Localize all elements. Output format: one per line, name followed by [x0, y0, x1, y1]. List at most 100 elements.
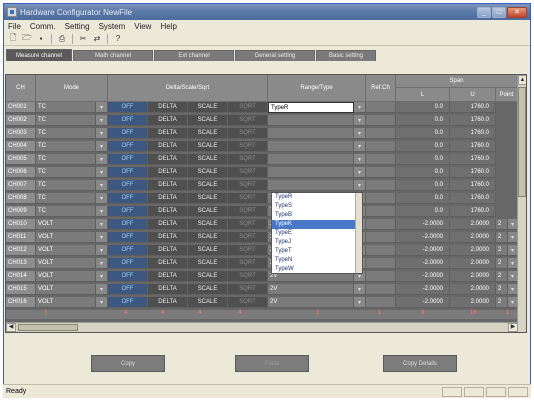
- minimize-button[interactable]: _: [477, 6, 491, 18]
- off-toggle[interactable]: OFF: [108, 245, 148, 256]
- range-dropdown-button[interactable]: [354, 102, 366, 113]
- cell-span-l[interactable]: -2.0000: [396, 258, 450, 269]
- dropdown-option[interactable]: TypeW: [272, 265, 362, 274]
- cell-point[interactable]: 2: [496, 232, 508, 243]
- table-row[interactable]: CH011VOLTOFFDELTASCALESQRT2V-2.00002.000…: [6, 232, 518, 243]
- scale-toggle[interactable]: SCALE: [188, 258, 228, 269]
- tab-ext-channel[interactable]: Ext channel: [154, 50, 234, 61]
- scale-toggle[interactable]: SCALE: [188, 206, 228, 217]
- range-dropdown-button[interactable]: [354, 115, 366, 126]
- menu-view[interactable]: View: [134, 22, 151, 31]
- off-toggle[interactable]: OFF: [108, 141, 148, 152]
- sqrt-toggle[interactable]: SQRT: [228, 245, 268, 256]
- sqrt-toggle[interactable]: SQRT: [228, 193, 268, 204]
- table-row[interactable]: CH010VOLTOFFDELTASCALESQRT2V-2.00002.000…: [6, 219, 518, 230]
- menu-help[interactable]: Help: [160, 22, 176, 31]
- mode-dropdown-button[interactable]: [96, 128, 108, 139]
- sqrt-toggle[interactable]: SQRT: [228, 180, 268, 191]
- table-row[interactable]: CH003TC OFFDELTASCALESQRT 0.01760.0: [6, 128, 518, 139]
- off-toggle[interactable]: OFF: [108, 297, 148, 308]
- cell-span-l[interactable]: 0.0: [396, 180, 450, 191]
- menu-comm[interactable]: Comm.: [30, 22, 56, 31]
- off-toggle[interactable]: OFF: [108, 180, 148, 191]
- range-type-dropdown-list[interactable]: TypeR TypeS TypeB TypeK TypeE TypeJ TypeT TypeN…: [271, 192, 363, 274]
- copy-button[interactable]: Copy: [91, 355, 165, 372]
- cell-span-l[interactable]: -2.0000: [396, 297, 450, 308]
- cell-point[interactable]: 2: [496, 271, 508, 282]
- cell-range-type[interactable]: 2V: [268, 297, 354, 308]
- tab-basic-setting[interactable]: Basic setting: [316, 50, 376, 61]
- table-row[interactable]: CH005TC OFFDELTASCALESQRT 0.01760.0: [6, 154, 518, 165]
- cell-span-l[interactable]: 0.0: [396, 141, 450, 152]
- mode-dropdown-button[interactable]: [96, 284, 108, 295]
- paste-button[interactable]: Paste: [235, 355, 309, 372]
- delta-toggle[interactable]: DELTA: [148, 219, 188, 230]
- cell-span-u[interactable]: 2.0000: [450, 219, 496, 230]
- scroll-up-arrow-icon[interactable]: ▲: [518, 75, 526, 85]
- scale-toggle[interactable]: SCALE: [188, 297, 228, 308]
- cell-point[interactable]: 2: [496, 258, 508, 269]
- cell-span-l[interactable]: 0.0: [396, 167, 450, 178]
- vertical-scrollbar[interactable]: ▲: [517, 75, 526, 332]
- cell-span-u[interactable]: 1760.0: [450, 102, 496, 113]
- cut-icon[interactable]: ✂: [77, 33, 89, 45]
- range-dropdown-button[interactable]: [354, 154, 366, 165]
- table-row[interactable]: CH008TC OFFDELTASCALESQRT TypeR 0.01760.0: [6, 193, 518, 204]
- off-toggle[interactable]: OFF: [108, 115, 148, 126]
- sqrt-toggle[interactable]: SQRT: [228, 141, 268, 152]
- range-dropdown-button[interactable]: [354, 284, 366, 295]
- dropdown-option[interactable]: TypeT: [272, 247, 362, 256]
- cell-range-type[interactable]: [268, 180, 354, 191]
- table-row[interactable]: CH009TCOFFDELTASCALESQRTTypeR0.01760.0: [6, 206, 518, 217]
- cell-span-u[interactable]: 2.0000: [450, 284, 496, 295]
- cell-span-u[interactable]: 1760.0: [450, 193, 496, 204]
- delta-toggle[interactable]: DELTA: [148, 258, 188, 269]
- mode-dropdown-button[interactable]: [96, 141, 108, 152]
- sqrt-toggle[interactable]: SQRT: [228, 258, 268, 269]
- table-row[interactable]: CH004TC OFFDELTASCALESQRT 0.01760.0: [6, 141, 518, 152]
- off-toggle[interactable]: OFF: [108, 206, 148, 217]
- mode-dropdown-button[interactable]: [96, 167, 108, 178]
- dropdown-option[interactable]: TypeK: [272, 220, 362, 229]
- scale-toggle[interactable]: SCALE: [188, 180, 228, 191]
- cell-point[interactable]: 2: [496, 219, 508, 230]
- off-toggle[interactable]: OFF: [108, 284, 148, 295]
- scale-toggle[interactable]: SCALE: [188, 193, 228, 204]
- range-dropdown-button[interactable]: [354, 180, 366, 191]
- menu-file[interactable]: File: [8, 22, 21, 31]
- delta-toggle[interactable]: DELTA: [148, 245, 188, 256]
- delta-toggle[interactable]: DELTA: [148, 128, 188, 139]
- cell-span-u[interactable]: 1760.0: [450, 180, 496, 191]
- cell-span-l[interactable]: -2.0000: [396, 284, 450, 295]
- cell-span-u[interactable]: 2.0000: [450, 271, 496, 282]
- mode-dropdown-button[interactable]: [96, 271, 108, 282]
- dropdown-option[interactable]: TypeR: [272, 193, 362, 202]
- cell-span-l[interactable]: 0.0: [396, 193, 450, 204]
- scale-toggle[interactable]: SCALE: [188, 115, 228, 126]
- dropdown-option[interactable]: TypeS: [272, 202, 362, 211]
- cell-span-u[interactable]: 2.0000: [450, 258, 496, 269]
- table-row[interactable]: CH013VOLTOFFDELTASCALESQRT2V-2.00002.000…: [6, 258, 518, 269]
- off-toggle[interactable]: OFF: [108, 167, 148, 178]
- close-button[interactable]: ✕: [507, 6, 527, 18]
- cell-point[interactable]: 2: [496, 245, 508, 256]
- maximize-button[interactable]: □: [492, 6, 506, 18]
- horizontal-scrollbar[interactable]: ◀ ▶: [6, 322, 518, 332]
- cell-span-l[interactable]: 0.0: [396, 115, 450, 126]
- off-toggle[interactable]: OFF: [108, 102, 148, 113]
- cell-point[interactable]: 2: [496, 284, 508, 295]
- mode-dropdown-button[interactable]: [96, 115, 108, 126]
- scale-toggle[interactable]: SCALE: [188, 141, 228, 152]
- cell-span-u[interactable]: 2.0000: [450, 245, 496, 256]
- table-row[interactable]: CH016VOLT OFFDELTASCALESQRT2V -2.00002.000…: [6, 297, 518, 308]
- sqrt-toggle[interactable]: SQRT: [228, 219, 268, 230]
- cell-range-type[interactable]: [268, 115, 354, 126]
- mode-dropdown-button[interactable]: [96, 180, 108, 191]
- scale-toggle[interactable]: SCALE: [188, 284, 228, 295]
- cell-span-u[interactable]: 1760.0: [450, 206, 496, 217]
- delta-toggle[interactable]: DELTA: [148, 115, 188, 126]
- save-icon[interactable]: ▪: [35, 33, 47, 45]
- dropdown-option[interactable]: TypeN: [272, 256, 362, 265]
- table-row[interactable]: CH001TC OFFDELTASCALESQRTTypeR 0.01760.0: [6, 102, 518, 113]
- table-row[interactable]: CH006TC OFFDELTASCALESQRT 0.01760.0: [6, 167, 518, 178]
